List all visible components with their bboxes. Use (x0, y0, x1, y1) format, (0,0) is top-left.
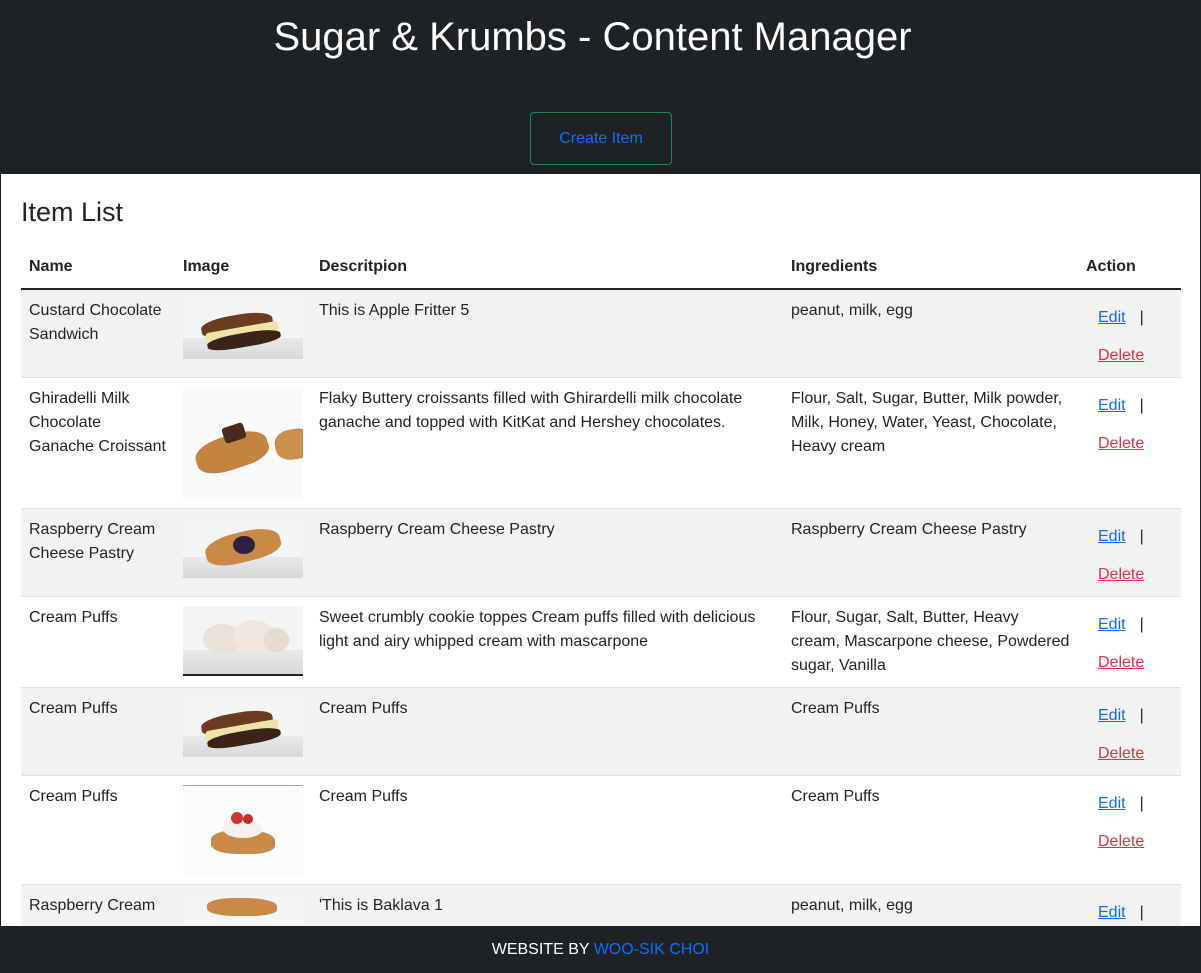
column-header-image: Image (175, 246, 311, 290)
cream-puff-icon (183, 606, 303, 676)
site-title: Sugar & Krumbs - Content Manager (273, 15, 912, 59)
item-ingredients: Raspberry Cream Cheese Pastry (783, 508, 1078, 597)
item-name: Cream Puffs (21, 687, 175, 776)
pastry-icon (183, 894, 303, 926)
item-description: 'This is Baklava 1 (311, 884, 783, 926)
table-row: Raspberry Cream 'This is Baklava 1 peanu… (21, 884, 1181, 926)
item-name: Ghiradelli Milk Chocolate Ganache Croiss… (21, 377, 175, 509)
delete-link[interactable]: Delete (1098, 563, 1144, 587)
delete-link[interactable]: Delete (1098, 742, 1144, 766)
table-row: Custard Chocolate Sandwich This is Apple… (21, 289, 1181, 378)
column-header-ingredients: Ingredients (783, 246, 1078, 290)
main-content: Item List Name Image Descritpion Ingredi… (21, 174, 1181, 926)
delete-link[interactable]: Delete (1098, 830, 1144, 854)
danish-pastry-icon (183, 518, 303, 578)
item-description: Raspberry Cream Cheese Pastry (311, 508, 783, 597)
action-separator: | (1139, 309, 1144, 326)
item-description: This is Apple Fritter 5 (311, 289, 783, 378)
table-row: Raspberry Cream Cheese Pastry Raspberry … (21, 508, 1181, 597)
edit-link[interactable]: Edit (1098, 704, 1126, 728)
item-actions: Edit | Delete (1078, 377, 1181, 509)
item-ingredients: peanut, milk, egg (783, 289, 1078, 378)
site-footer: WEBSITE BY WOO-SIK CHOI (1, 926, 1200, 972)
footer-author-link[interactable]: WOO-SIK CHOI (594, 941, 710, 958)
item-description: Flaky Buttery croissants filled with Ghi… (311, 377, 783, 509)
item-description: Cream Puffs (311, 687, 783, 776)
action-separator: | (1139, 707, 1144, 724)
item-ingredients: Flour, Sugar, Salt, Butter, Heavy cream,… (783, 596, 1078, 688)
table-row: Cream Puffs Sweet crumbly cookie toppes … (21, 596, 1181, 688)
item-image-cell (175, 884, 311, 926)
item-list-title: Item List (21, 197, 124, 227)
item-actions: Edit | Delete (1078, 687, 1181, 776)
column-header-description: Descritpion (311, 246, 783, 290)
column-header-name: Name (21, 246, 175, 290)
item-name: Raspberry Cream Cheese Pastry (21, 508, 175, 597)
action-separator: | (1139, 904, 1144, 921)
sandwich-pastry-icon (183, 697, 303, 757)
item-name: Cream Puffs (21, 596, 175, 688)
edit-link[interactable]: Edit (1098, 901, 1126, 925)
item-actions: Edit | Delete (1078, 596, 1181, 688)
croissant-icon (183, 387, 303, 499)
item-ingredients: Flour, Salt, Sugar, Butter, Milk powder,… (783, 377, 1078, 509)
action-separator: | (1139, 397, 1144, 414)
edit-link[interactable]: Edit (1098, 525, 1126, 549)
create-item-button[interactable]: Create Item (530, 112, 672, 165)
item-actions: Edit | Delete (1078, 508, 1181, 597)
item-image-cell (175, 596, 311, 688)
edit-link[interactable]: Edit (1098, 394, 1126, 418)
item-ingredients: Cream Puffs (783, 687, 1078, 776)
table-row: Cream Puffs Cream Puffs Cream Puffs Edit… (21, 775, 1181, 885)
table-header-row: Name Image Descritpion Ingredients Actio… (21, 246, 1181, 290)
site-header: Sugar & Krumbs - Content Manager Create … (1, 1, 1200, 174)
item-actions: Edit | Delete (1078, 289, 1181, 378)
item-name: Cream Puffs (21, 775, 175, 885)
item-table: Name Image Descritpion Ingredients Actio… (21, 246, 1181, 926)
column-header-action: Action (1078, 246, 1181, 290)
table-row: Ghiradelli Milk Chocolate Ganache Croiss… (21, 377, 1181, 509)
edit-link[interactable]: Edit (1098, 792, 1126, 816)
item-name: Raspberry Cream (21, 884, 175, 926)
table-row: Cream Puffs Cream Puffs Cream Puffs Edit… (21, 687, 1181, 776)
item-image-cell (175, 687, 311, 776)
action-separator: | (1139, 795, 1144, 812)
item-ingredients: Cream Puffs (783, 775, 1078, 885)
delete-link[interactable]: Delete (1098, 651, 1144, 675)
item-image-cell (175, 775, 311, 885)
edit-link[interactable]: Edit (1098, 306, 1126, 330)
item-ingredients: peanut, milk, egg (783, 884, 1078, 926)
item-actions: Edit | Delete (1078, 775, 1181, 885)
sandwich-pastry-icon (183, 299, 303, 359)
action-separator: | (1139, 616, 1144, 633)
action-separator: | (1139, 528, 1144, 545)
app-frame: Sugar & Krumbs - Content Manager Create … (0, 0, 1201, 973)
strawberry-croissant-icon (183, 785, 303, 875)
item-image-cell (175, 508, 311, 597)
item-name: Custard Chocolate Sandwich (21, 289, 175, 378)
item-image-cell (175, 289, 311, 378)
delete-link[interactable]: Delete (1098, 344, 1144, 368)
item-actions: Edit| Delete (1078, 884, 1181, 926)
item-image-cell (175, 377, 311, 509)
edit-link[interactable]: Edit (1098, 613, 1126, 637)
footer-prefix: WEBSITE BY (491, 941, 594, 958)
delete-link[interactable]: Delete (1098, 432, 1144, 456)
item-description: Sweet crumbly cookie toppes Cream puffs … (311, 596, 783, 688)
item-description: Cream Puffs (311, 775, 783, 885)
